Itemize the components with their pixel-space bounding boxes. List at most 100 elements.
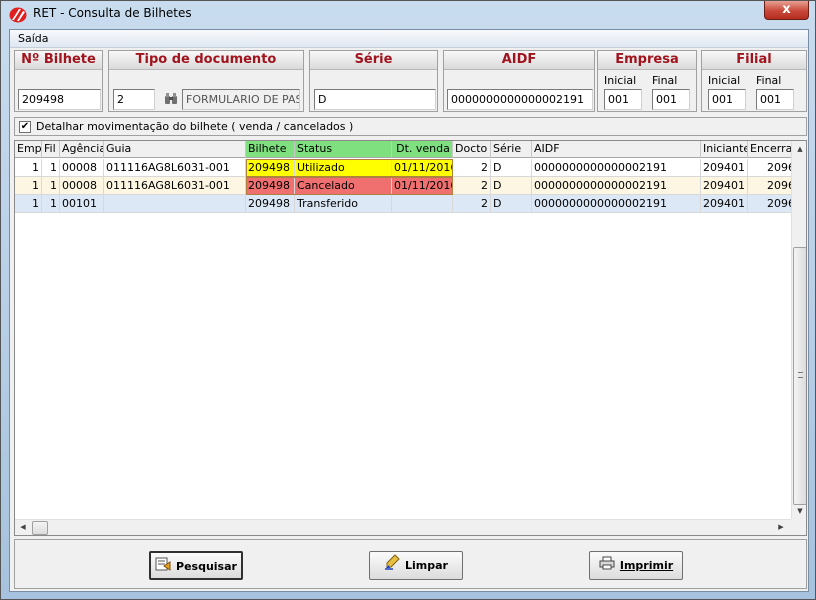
- column-header-agencia[interactable]: Agência: [60, 141, 104, 158]
- imprimir-button[interactable]: Imprimir: [589, 551, 683, 580]
- cell-bilhete[interactable]: 209498: [246, 159, 295, 177]
- title-bar[interactable]: RET - Consulta de Bilhetes x: [1, 1, 816, 29]
- checkmark-icon: ✔: [20, 121, 30, 132]
- serie-header: Série: [310, 51, 437, 70]
- menu-bar: Saída: [10, 30, 808, 48]
- cell-agencia[interactable]: 00008: [60, 177, 104, 195]
- cell-emp[interactable]: 1: [15, 177, 42, 195]
- filial-final-input[interactable]: 001: [756, 89, 794, 110]
- filial-header: Filial: [702, 51, 806, 70]
- bilhete-header: Nº Bilhete: [15, 51, 102, 70]
- scroll-right-icon[interactable]: ▶: [773, 523, 789, 531]
- menu-item-saida[interactable]: Saída: [18, 32, 49, 45]
- cell-bilhete[interactable]: 209498: [246, 195, 295, 213]
- serie-group: Série D: [309, 50, 438, 112]
- cell-serie[interactable]: D: [491, 177, 532, 195]
- cell-dt-venda[interactable]: 01/11/2016: [392, 159, 453, 177]
- column-header-fil[interactable]: Fil: [42, 141, 60, 158]
- cell-docto[interactable]: 2: [453, 177, 491, 195]
- cell-fil[interactable]: 1: [42, 177, 60, 195]
- detail-checkbox[interactable]: ✔: [19, 121, 31, 133]
- close-icon: x: [782, 2, 791, 17]
- cell-status[interactable]: Utilizado: [295, 159, 392, 177]
- empresa-final-label: Final: [652, 74, 678, 87]
- tipo-documento-group: Tipo de documento 2 FORMULARIO DE PAS: [108, 50, 304, 112]
- column-header-serie[interactable]: Série: [491, 141, 532, 158]
- horizontal-scrollbar[interactable]: ◀ ▶: [15, 519, 791, 535]
- cell-agencia[interactable]: 00008: [60, 159, 104, 177]
- empresa-group: Empresa Inicial Final 001 001: [597, 50, 697, 112]
- pesquisar-button[interactable]: Pesquisar: [149, 551, 243, 580]
- filial-inicial-label: Inicial: [708, 74, 741, 87]
- filial-final-label: Final: [756, 74, 782, 87]
- limpar-button[interactable]: Limpar: [369, 551, 463, 580]
- column-header-emp[interactable]: Emp: [15, 141, 42, 158]
- close-button[interactable]: x: [764, 1, 809, 20]
- aidf-input[interactable]: 0000000000000002191: [447, 89, 593, 110]
- horizontal-scroll-thumb[interactable]: [32, 521, 48, 535]
- column-header-iniciante[interactable]: Iniciante: [701, 141, 748, 158]
- vertical-scrollbar[interactable]: ▲ ▼: [791, 141, 806, 519]
- app-logo-icon: [9, 7, 27, 23]
- scroll-up-icon[interactable]: ▲: [792, 145, 806, 153]
- cell-status[interactable]: Cancelado: [295, 177, 392, 195]
- window-title: RET - Consulta de Bilhetes: [33, 6, 192, 20]
- cell-dt-venda[interactable]: [392, 195, 453, 213]
- aidf-header: AIDF: [444, 51, 594, 70]
- detail-checkbox-row: ✔ Detalhar movimentação do bilhete ( ven…: [14, 117, 807, 136]
- cell-docto[interactable]: 2: [453, 159, 491, 177]
- cell-agencia[interactable]: 00101: [60, 195, 104, 213]
- cell-docto[interactable]: 2: [453, 195, 491, 213]
- cell-dt-venda[interactable]: 01/11/2016: [392, 177, 453, 195]
- imprimir-label: Imprimir: [619, 559, 674, 572]
- limpar-label: Limpar: [405, 559, 448, 572]
- cell-aidf[interactable]: 0000000000000002191: [532, 177, 701, 195]
- empresa-header: Empresa: [598, 51, 696, 70]
- column-header-docto[interactable]: Docto: [453, 141, 491, 158]
- cell-iniciante[interactable]: 209401: [701, 195, 748, 213]
- column-header-bilhete[interactable]: Bilhete: [246, 141, 295, 158]
- tipo-documento-header: Tipo de documento: [109, 51, 303, 70]
- empresa-inicial-label: Inicial: [604, 74, 637, 87]
- filial-group: Filial Inicial Final 001 001: [701, 50, 807, 112]
- cell-guia[interactable]: [104, 195, 246, 213]
- cell-serie[interactable]: D: [491, 159, 532, 177]
- column-header-aidf[interactable]: AIDF: [532, 141, 701, 158]
- cell-aidf[interactable]: 0000000000000002191: [532, 159, 701, 177]
- filial-inicial-input[interactable]: 001: [708, 89, 746, 110]
- column-header-status[interactable]: Status: [295, 141, 392, 158]
- empresa-inicial-input[interactable]: 001: [604, 89, 642, 110]
- tipo-documento-description: FORMULARIO DE PAS: [182, 89, 300, 110]
- eraser-icon: [384, 553, 400, 580]
- cell-fil[interactable]: 1: [42, 159, 60, 177]
- pesquisar-label: Pesquisar: [176, 560, 237, 573]
- vertical-scroll-thumb[interactable]: [793, 247, 806, 505]
- cell-iniciante[interactable]: 209401: [701, 177, 748, 195]
- bilhete-group: Nº Bilhete 209498: [14, 50, 103, 112]
- scroll-down-icon[interactable]: ▼: [792, 507, 806, 515]
- cell-fil[interactable]: 1: [42, 195, 60, 213]
- bilhete-input[interactable]: 209498: [18, 89, 101, 110]
- cell-aidf[interactable]: 0000000000000002191: [532, 195, 701, 213]
- cell-serie[interactable]: D: [491, 195, 532, 213]
- button-bar: Pesquisar Limpar Imprimir: [14, 539, 807, 589]
- column-header-dt-venda[interactable]: Dt. venda: [392, 141, 453, 158]
- search-form-icon: [155, 554, 171, 581]
- cell-guia[interactable]: 011116AG8L6031-001: [104, 177, 246, 195]
- results-grid[interactable]: Emp Fil Agência Guia Bilhete Status Dt. venda D…: [14, 140, 807, 536]
- cell-bilhete[interactable]: 209498: [246, 177, 295, 195]
- empresa-final-input[interactable]: 001: [652, 89, 690, 110]
- cell-guia[interactable]: 011116AG8L6031-001: [104, 159, 246, 177]
- column-header-guia[interactable]: Guia: [104, 141, 246, 158]
- cell-emp[interactable]: 1: [15, 159, 42, 177]
- cell-iniciante[interactable]: 209401: [701, 159, 748, 177]
- scroll-corner: [791, 519, 806, 535]
- cell-emp[interactable]: 1: [15, 195, 42, 213]
- detail-checkbox-label[interactable]: Detalhar movimentação do bilhete ( venda…: [36, 120, 353, 133]
- aidf-group: AIDF 0000000000000002191: [443, 50, 595, 112]
- cell-status[interactable]: Transferido: [295, 195, 392, 213]
- scroll-left-icon[interactable]: ◀: [15, 523, 31, 531]
- tipo-documento-code-input[interactable]: 2: [113, 89, 155, 110]
- tipo-documento-lookup-button[interactable]: [160, 89, 182, 110]
- serie-input[interactable]: D: [314, 89, 436, 110]
